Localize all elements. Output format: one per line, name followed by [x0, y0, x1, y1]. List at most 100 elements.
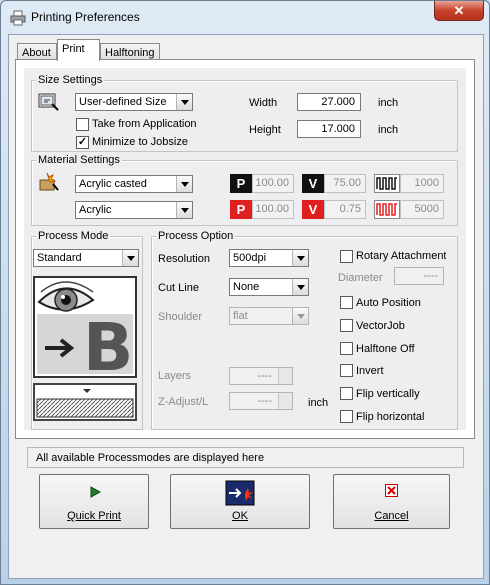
take-from-application-label: Take from Application — [92, 118, 197, 130]
tab-halftoning-label: Halftoning — [105, 47, 155, 59]
cut-line-label: Cut Line — [158, 282, 199, 294]
velocity-icon: V — [302, 174, 324, 193]
z-adjust-spinner[interactable]: ---- — [229, 392, 293, 410]
invert-checkbox[interactable] — [340, 364, 353, 377]
cut-line-select[interactable]: None — [229, 278, 309, 296]
spin-down-icon[interactable] — [278, 401, 292, 409]
take-from-application-checkbox[interactable] — [76, 118, 89, 131]
printer-icon — [10, 10, 26, 26]
height-value: 17.000 — [321, 123, 355, 135]
tab-print-label: Print — [62, 43, 85, 55]
process-mode-title: Process Mode — [36, 230, 111, 242]
halftone-off-label: Halftone Off — [356, 343, 415, 355]
flip-horizontal-label: Flip horizontal — [356, 411, 425, 423]
spin-up-icon[interactable] — [278, 368, 292, 376]
vectorjob-checkbox[interactable] — [340, 319, 353, 332]
diameter-label: Diameter — [338, 272, 383, 284]
minimize-to-jobsize-label: Minimize to Jobsize — [92, 136, 188, 148]
close-icon: ✕ — [453, 2, 465, 18]
frequency-value: 5000 — [400, 200, 444, 219]
cancel-button[interactable]: Cancel — [333, 474, 450, 529]
status-bar: All available Processmodes are displayed… — [27, 447, 464, 468]
invert-label: Invert — [356, 365, 384, 377]
shoulder-select[interactable]: flat — [229, 307, 309, 325]
layers-spinner[interactable]: ---- — [229, 367, 293, 385]
tab-about-label: About — [22, 47, 51, 59]
submaterial-select-value: Acrylic — [79, 204, 112, 216]
frequency-value: 1000 — [400, 174, 444, 193]
rotary-attachment-checkbox[interactable] — [340, 250, 353, 263]
chevron-down-icon — [176, 94, 192, 110]
auto-position-label: Auto Position — [356, 297, 421, 309]
height-label: Height — [249, 124, 281, 136]
flip-vertically-label: Flip vertically — [356, 388, 420, 400]
power-value: 100.00 — [252, 174, 294, 193]
spin-up-icon[interactable] — [278, 393, 292, 401]
velocity-icon: V — [302, 200, 324, 219]
halftone-off-checkbox[interactable] — [340, 342, 353, 355]
layers-value: ---- — [257, 370, 272, 382]
width-value: 27.000 — [321, 96, 355, 108]
layers-label: Layers — [158, 370, 192, 382]
process-option-title: Process Option — [156, 230, 236, 242]
size-wizard-icon[interactable] — [38, 92, 60, 112]
width-unit: inch — [378, 97, 399, 109]
material-settings-title: Material Settings — [36, 154, 122, 166]
quick-print-label: Quick Print — [67, 510, 121, 522]
cut-line-value: None — [233, 281, 260, 293]
window-title: Printing Preferences — [31, 10, 140, 24]
process-mode-select-value: Standard — [37, 252, 82, 264]
minimize-to-jobsize-checkbox[interactable]: ✓ — [76, 136, 89, 149]
ok-label: OK — [232, 510, 248, 522]
size-select[interactable]: User-defined Size — [75, 93, 193, 111]
close-button[interactable]: ✕ — [434, 1, 484, 21]
size-select-value: User-defined Size — [79, 96, 167, 108]
halftone-pattern-preview — [33, 383, 137, 421]
chevron-down-icon — [122, 250, 138, 266]
flip-vertically-checkbox[interactable] — [340, 387, 353, 400]
shoulder-value: flat — [233, 310, 248, 322]
laser-icon — [225, 480, 255, 506]
status-text: All available Processmodes are displayed… — [36, 452, 265, 464]
flip-horizontal-checkbox[interactable] — [340, 410, 353, 423]
frequency-icon — [374, 174, 400, 193]
tab-print[interactable]: Print — [57, 39, 100, 61]
height-input[interactable]: 17.000 — [297, 120, 361, 138]
chevron-down-icon — [176, 176, 192, 192]
material-select-value: Acrylic casted — [79, 178, 147, 190]
material-wizard-icon[interactable] — [38, 172, 60, 192]
chevron-down-icon — [292, 308, 308, 324]
width-label: Width — [249, 97, 278, 109]
process-mode-preview-image: B — [33, 276, 137, 386]
power-icon: P — [230, 174, 252, 193]
ok-button[interactable]: OK — [170, 474, 310, 529]
power-value: 100.00 — [252, 200, 294, 219]
frequency-icon — [374, 200, 400, 219]
chevron-down-icon — [292, 250, 308, 266]
z-adjust-unit: inch — [308, 397, 329, 409]
submaterial-select[interactable]: Acrylic — [75, 201, 193, 219]
quick-print-button[interactable]: Quick Print — [39, 474, 149, 529]
auto-position-checkbox[interactable] — [340, 296, 353, 309]
material-select[interactable]: Acrylic casted — [75, 175, 193, 193]
width-input[interactable]: 27.000 — [297, 93, 361, 111]
play-icon — [90, 486, 101, 498]
resolution-label: Resolution — [158, 253, 210, 265]
z-adjust-value: ---- — [257, 395, 272, 407]
shoulder-label: Shoulder — [158, 311, 203, 323]
vectorjob-label: VectorJob — [356, 320, 405, 332]
resolution-value: 500dpi — [233, 252, 267, 264]
svg-text:B: B — [83, 309, 133, 376]
diameter-input[interactable]: ---- — [394, 267, 444, 285]
diameter-value: ---- — [423, 270, 438, 282]
height-unit: inch — [378, 124, 399, 136]
resolution-select[interactable]: 500dpi — [229, 249, 309, 267]
power-icon: P — [230, 200, 252, 219]
rotary-attachment-label: Rotary Attachment — [356, 250, 446, 262]
spin-down-icon[interactable] — [278, 376, 292, 384]
cancel-label: Cancel — [374, 510, 409, 522]
process-mode-select[interactable]: Standard — [33, 249, 139, 267]
chevron-down-icon — [292, 279, 308, 295]
close-icon — [385, 484, 398, 497]
velocity-value: 0.75 — [324, 200, 366, 219]
